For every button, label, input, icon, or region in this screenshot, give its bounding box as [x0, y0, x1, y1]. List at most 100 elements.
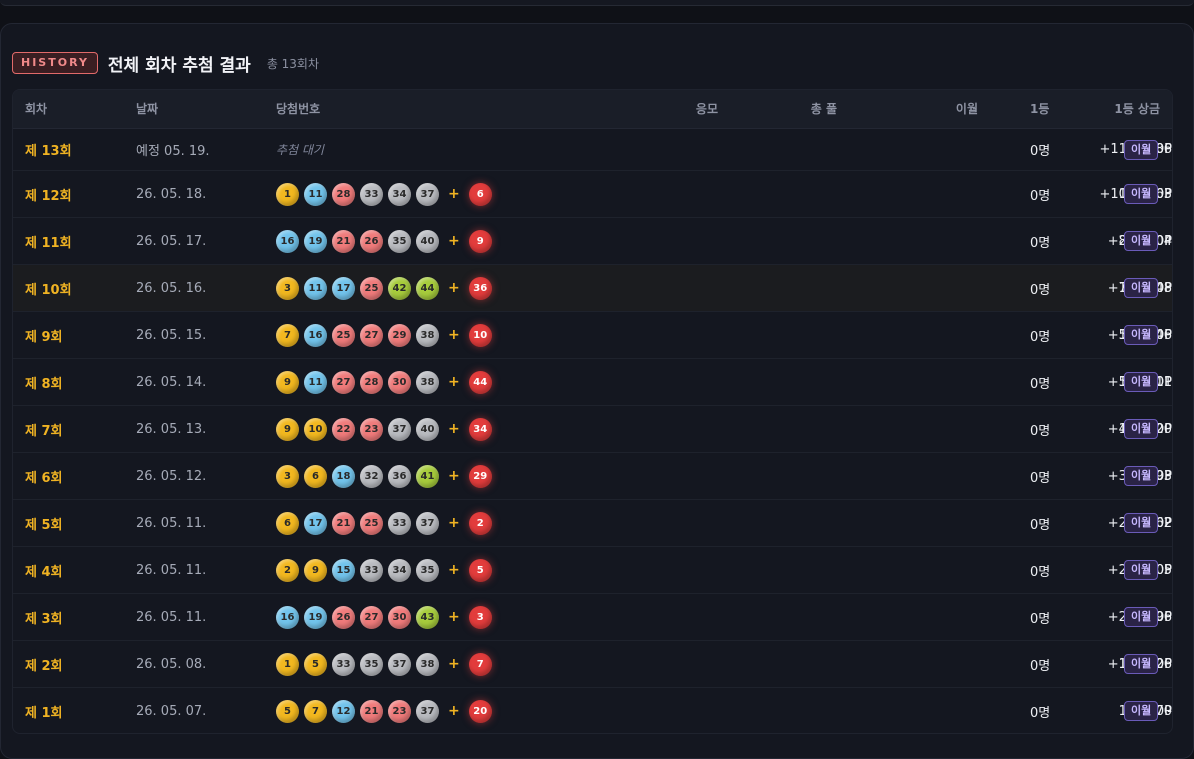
prize-cell: 이월 — [1124, 129, 1159, 170]
prize-cell: 이월 — [1124, 312, 1159, 358]
date-cell: 26. 05. 11. — [136, 562, 207, 578]
table-row[interactable]: 제 1회 26. 05. 07. 5712212337+20 170 17,00… — [13, 688, 1172, 733]
carryover-cell: +25,100P — [206, 594, 1172, 640]
round-cell: 제 3회 — [25, 611, 63, 627]
winners-cell: 0명 — [1030, 144, 1051, 159]
table-row[interactable]: 제 7회 26. 05. 13. 91022233740+34 120 12,0… — [13, 406, 1172, 453]
round-cell: 제 7회 — [25, 423, 63, 439]
prize-cell: 이월 — [1124, 688, 1159, 733]
winners-cell: 0명 — [1030, 611, 1051, 627]
round-cell: 제 1회 — [25, 705, 63, 721]
date-cell: 26. 05. 11. — [136, 609, 207, 625]
round-cell: 제 12회 — [25, 188, 72, 204]
table-row[interactable]: 제 10회 26. 05. 16. 31117254244+36 148 14,… — [13, 265, 1172, 312]
winners-cell: 0명 — [1030, 282, 1051, 298]
winners-cell: 0명 — [1030, 235, 1051, 251]
history-panel: HISTORY 전체 회차 추첨 결과 총 13회차 회차 날짜 당첨번호 응모… — [0, 23, 1194, 759]
round-cell: 제 6회 — [25, 470, 63, 486]
winners-cell: 0명 — [1030, 470, 1051, 486]
carryover-cell: +42,200P — [206, 406, 1172, 452]
carryover-cell: +29,200P — [206, 547, 1172, 593]
page-title: 전체 회차 추첨 결과 — [107, 55, 251, 76]
carryover-tag: 이월 — [1124, 419, 1159, 439]
carryover-cell: +57,800P — [206, 312, 1172, 358]
round-cell: 제 8회 — [25, 376, 63, 392]
col-numbers: 당첨번호 — [276, 102, 321, 116]
carryover-tag: 이월 — [1124, 372, 1159, 392]
table-row[interactable]: 제 5회 26. 05. 11. 61721253337+2 62 6,200P… — [13, 500, 1172, 547]
table-row[interactable]: 제 4회 26. 05. 11. 2915333435+5 5 500P +29… — [13, 547, 1172, 594]
date-cell: 26. 05. 11. — [136, 515, 207, 531]
round-cell: 제 2회 — [25, 658, 63, 674]
date-cell: 26. 05. 13. — [136, 421, 207, 437]
table-row[interactable]: 제 9회 26. 05. 15. 71625272938+10 146 14,6… — [13, 312, 1172, 359]
results-table: 회차 날짜 당첨번호 응모 총 풀 이월 1등 1등 상금 제 13회 예정 0… — [12, 89, 1173, 734]
round-cell: 제 13회 — [25, 144, 72, 159]
col-round: 회차 — [25, 102, 48, 116]
winners-cell: 0명 — [1030, 705, 1051, 721]
prize-cell: 이월 — [1124, 453, 1159, 499]
winners-cell: 0명 — [1030, 423, 1051, 439]
date-cell: 26. 05. 07. — [136, 703, 207, 719]
carryover-tag: 이월 — [1124, 231, 1159, 251]
prize-cell: 이월 — [1124, 359, 1159, 405]
carryover-cell: - — [1167, 703, 1172, 719]
carryover-tag: 이월 — [1124, 278, 1159, 298]
col-winners: 1등 — [1030, 102, 1050, 116]
date-cell: 26. 05. 16. — [136, 280, 207, 296]
carryover-tag: 이월 — [1124, 701, 1159, 721]
round-cell: 제 9회 — [25, 329, 63, 345]
date-cell: 26. 05. 17. — [136, 233, 207, 249]
carryover-cell: +33,400P — [206, 453, 1172, 499]
prize-cell: 이월 — [1124, 594, 1159, 640]
date-cell: 26. 05. 18. — [136, 186, 207, 202]
winners-cell: 0명 — [1030, 329, 1051, 345]
carryover-tag: 이월 — [1124, 184, 1159, 204]
col-carryover: 이월 — [955, 102, 978, 116]
col-pool: 총 풀 — [810, 102, 837, 116]
table-body: 제 13회 예정 05. 19. 추첨 대기 86 8,600P +110,40… — [13, 129, 1172, 733]
round-cell: 제 4회 — [25, 564, 63, 580]
date-cell: 예정 05. 19. — [136, 144, 210, 159]
carryover-tag: 이월 — [1124, 560, 1159, 580]
table-row[interactable]: 제 12회 26. 05. 18. 11128333437+6 163 16,3… — [13, 171, 1172, 218]
table-row[interactable]: 제 3회 26. 05. 11. 161926273043+3 96 9,600… — [13, 594, 1172, 641]
carryover-cell: +14,500P — [206, 641, 1172, 687]
table-row[interactable]: 제 13회 예정 05. 19. 추첨 대기 86 8,600P +110,40… — [13, 129, 1172, 171]
panel-header: HISTORY 전체 회차 추첨 결과 총 13회차 — [12, 51, 320, 76]
date-cell: 26. 05. 14. — [136, 374, 207, 390]
table-row[interactable]: 제 8회 26. 05. 14. 91127283038+44 111 11,1… — [13, 359, 1172, 406]
carryover-cell: +102,600P — [206, 171, 1173, 217]
date-cell: 26. 05. 08. — [136, 656, 207, 672]
carryover-tag: 이월 — [1124, 139, 1159, 160]
carryover-tag: 이월 — [1124, 325, 1159, 345]
table-row[interactable]: 제 2회 26. 05. 08. 1533353738+7 126 12,600… — [13, 641, 1172, 688]
carryover-cell: +29,700P — [206, 500, 1172, 546]
carryover-cell: +53,700P — [206, 359, 1172, 405]
date-cell: 26. 05. 15. — [136, 327, 207, 343]
winners-cell: 0명 — [1030, 658, 1051, 674]
carryover-cell: +71,900P — [206, 265, 1172, 311]
round-cell: 제 10회 — [25, 282, 72, 298]
history-badge: HISTORY — [12, 52, 98, 74]
carryover-cell: +110,400P — [206, 129, 1173, 170]
carryover-tag: 이월 — [1124, 607, 1159, 627]
prize-cell: 이월 — [1124, 218, 1159, 264]
prize-cell: 이월 — [1124, 500, 1159, 546]
prize-cell: 이월 — [1124, 406, 1159, 452]
col-date: 날짜 — [136, 102, 159, 116]
table-row[interactable]: 제 6회 26. 05. 12. 3618323641+29 93 9,300P… — [13, 453, 1172, 500]
date-cell: 26. 05. 12. — [136, 468, 207, 484]
col-entries: 응모 — [695, 102, 718, 116]
prize-cell: 이월 — [1124, 265, 1159, 311]
carryover-tag: 이월 — [1124, 466, 1159, 486]
prize-cell: 이월 — [1124, 171, 1159, 217]
round-cell: 제 5회 — [25, 517, 63, 533]
carryover-tag: 이월 — [1124, 654, 1159, 674]
carryover-cell: +84,700P — [206, 218, 1172, 264]
table-row[interactable]: 제 11회 26. 05. 17. 161921263540+9 204 20,… — [13, 218, 1172, 265]
winners-cell: 0명 — [1030, 376, 1051, 392]
round-count: 총 13회차 — [266, 56, 320, 71]
carryover-tag: 이월 — [1124, 513, 1159, 533]
round-cell: 제 11회 — [25, 235, 72, 251]
